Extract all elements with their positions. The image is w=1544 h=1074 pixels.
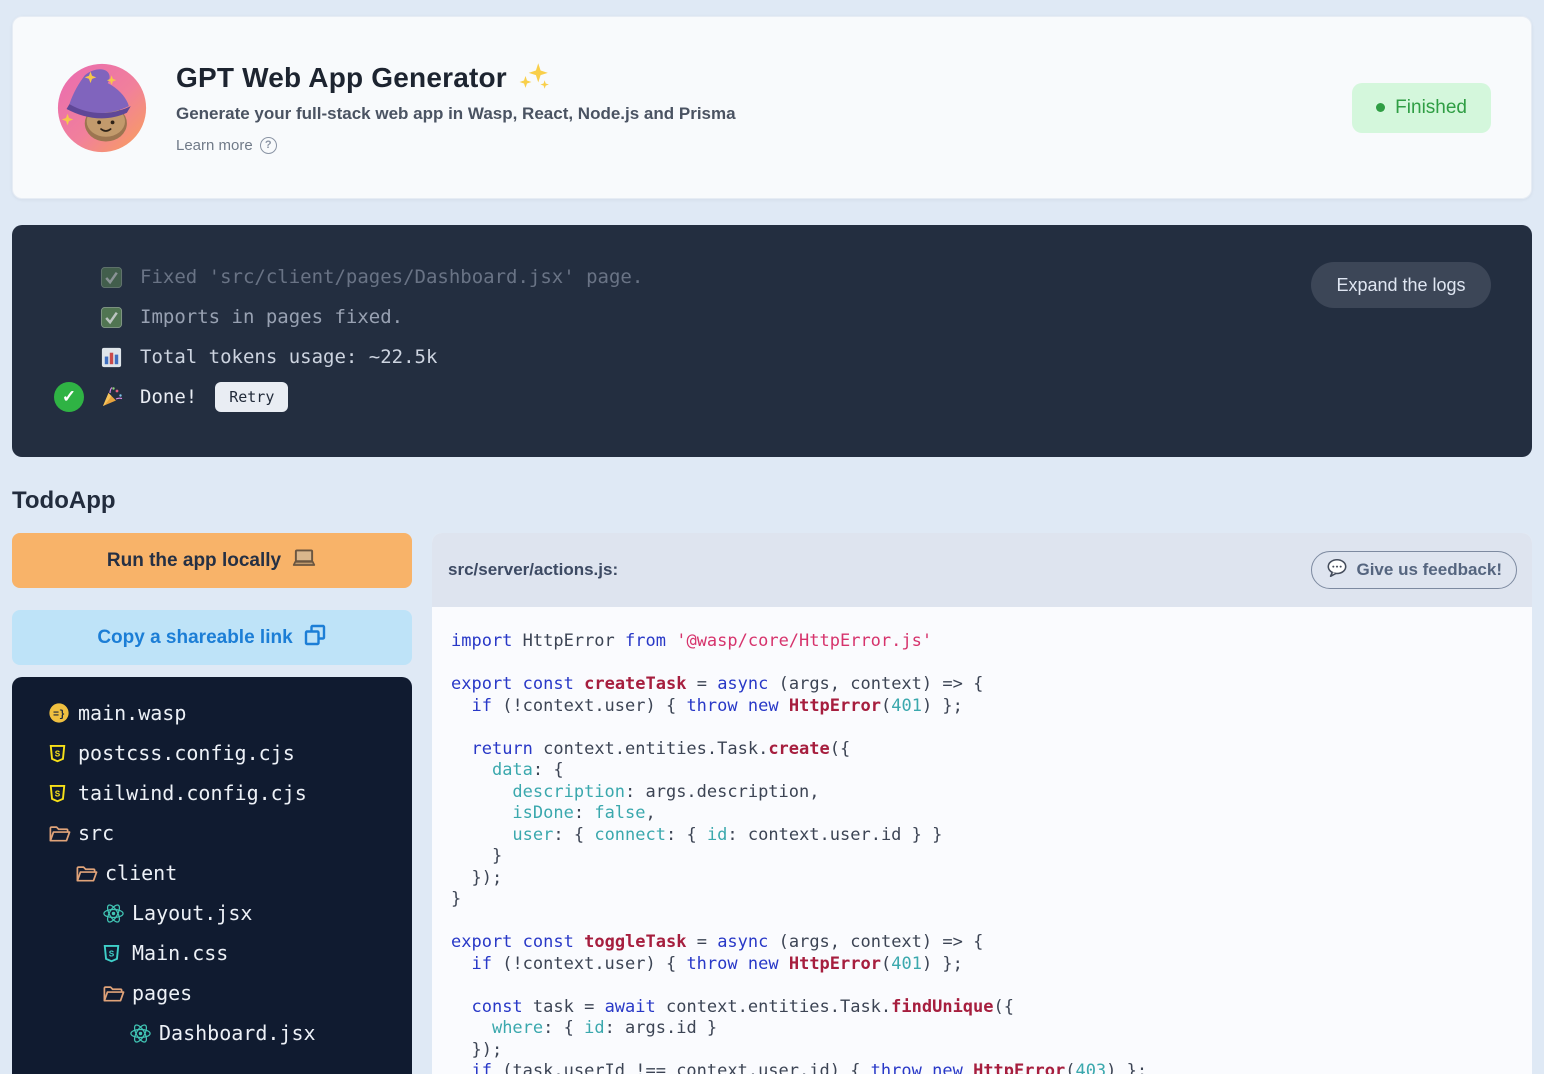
log-text: Imports in pages fixed. [140,306,403,328]
code-line: }); [451,868,1532,890]
page-title: GPT Web App Generator [176,62,507,94]
bar-chart-icon [100,346,140,369]
learn-more-link[interactable]: Learn more [176,137,277,154]
tree-item-Dashboard.jsx[interactable]: Dashboard.jsx [12,1013,412,1053]
code-panel-header: src/server/actions.js: Give us feedback! [432,533,1532,607]
code-line: export const createTask = async (args, c… [451,674,1532,696]
tree-item-Main.css[interactable]: S Main.css [12,933,412,973]
speech-bubble-icon [1326,557,1348,584]
tree-item-label: pages [132,981,192,1005]
tree-item-label: src [78,821,114,845]
learn-more-label: Learn more [176,137,253,154]
generation-logs-panel: Fixed 'src/client/pages/Dashboard.jsx' p… [12,225,1532,457]
folder-open-icon [102,982,132,1005]
status-label: Finished [1395,97,1467,119]
code-panel: src/server/actions.js: Give us feedback!… [432,533,1532,1074]
mage-avatar [56,62,148,154]
tree-item-pages[interactable]: pages [12,973,412,1013]
status-dot-icon [1376,103,1385,112]
run-app-label: Run the app locally [107,550,281,572]
code-line: where: { id: args.id } [451,1018,1532,1040]
hero-card: GPT Web App Generator Generate your full… [12,16,1532,199]
tree-item-label: client [105,861,177,885]
tree-item-Layout.jsx[interactable]: Layout.jsx [12,893,412,933]
run-app-locally-button[interactable]: Run the app locally [12,533,412,588]
code-line: data: { [451,760,1532,782]
tree-item-label: Layout.jsx [132,901,252,925]
copy-link-label: Copy a shareable link [97,627,292,649]
workspace: Run the app locally Copy a shareable lin… [12,533,1532,1074]
copy-shareable-link-button[interactable]: Copy a shareable link [12,610,412,665]
tree-item-label: Dashboard.jsx [159,1021,316,1045]
done-row: Done! Retry [54,377,1532,417]
log-line: Total tokens usage: ~22.5k [54,337,1532,377]
code-line: if (!context.user) { throw new HttpError… [451,696,1532,718]
code-line: } [451,846,1532,868]
log-line: Fixed 'src/client/pages/Dashboard.jsx' p… [54,257,1532,297]
tree-item-label: tailwind.config.cjs [78,781,307,805]
code-line: import HttpError from '@wasp/core/HttpEr… [451,631,1532,653]
code-line [451,975,1532,997]
code-view: import HttpError from '@wasp/core/HttpEr… [432,607,1532,1074]
tree-item-label: postcss.config.cjs [78,741,295,765]
done-label: Done! [140,386,197,408]
party-popper-icon [100,385,140,409]
tree-item-main.wasp[interactable]: =} main.wasp [12,693,412,733]
svg-text:S: S [55,748,61,759]
expand-logs-button[interactable]: Expand the logs [1311,262,1491,308]
question-circle-icon [260,137,277,154]
copy-icon [303,623,327,653]
react-icon [102,902,132,925]
tree-item-src[interactable]: src [12,813,412,853]
code-line: isDone: false, [451,803,1532,825]
wasp-icon: =} [48,702,78,724]
file-tree: =}main.waspSpostcss.config.cjsStailwind.… [12,677,412,1074]
status-badge: Finished [1352,83,1491,133]
svg-text:S: S [109,948,115,959]
code-line [451,653,1532,675]
tree-item-client[interactable]: client [12,853,412,893]
code-line: if (task.userId !== context.user.id) { t… [451,1061,1532,1074]
code-line [451,717,1532,739]
give-feedback-button[interactable]: Give us feedback! [1311,551,1517,589]
code-line [451,911,1532,933]
js-shield-icon: S [48,783,78,804]
tree-item-label: Main.css [132,941,228,965]
svg-text:S: S [55,788,61,799]
laptop-icon [291,545,317,577]
page-subtitle: Generate your full-stack web app in Wasp… [176,104,1491,124]
code-line: user: { connect: { id: context.user.id }… [451,825,1532,847]
css-shield-icon: S [102,943,132,964]
code-line: return context.entities.Task.create({ [451,739,1532,761]
retry-button[interactable]: Retry [215,382,288,412]
code-line: const task = await context.entities.Task… [451,997,1532,1019]
log-text: Total tokens usage: ~22.5k [140,346,437,368]
left-column: Run the app locally Copy a shareable lin… [12,533,412,1074]
code-line: } [451,889,1532,911]
tree-item-postcss.config.cjs[interactable]: Spostcss.config.cjs [12,733,412,773]
give-feedback-label: Give us feedback! [1356,560,1502,580]
tree-item-label: main.wasp [78,701,186,725]
code-line: }); [451,1040,1532,1062]
folder-open-icon [75,862,105,885]
sparkles-icon [517,61,551,96]
check-emoji-icon [100,266,140,289]
log-line: Imports in pages fixed. [54,297,1532,337]
code-line: description: args.description, [451,782,1532,804]
check-emoji-icon [100,306,140,329]
code-line: export const toggleTask = async (args, c… [451,932,1532,954]
app-name: TodoApp [12,487,1532,515]
code-filename: src/server/actions.js: [448,560,618,580]
react-icon [129,1022,159,1045]
code-line: if (!context.user) { throw new HttpError… [451,954,1532,976]
tree-item-tailwind.config.cjs[interactable]: Stailwind.config.cjs [12,773,412,813]
folder-open-icon [48,822,78,845]
js-shield-icon: S [48,743,78,764]
success-check-circle-icon [54,382,84,412]
svg-text:=}: =} [53,709,65,721]
log-text: Fixed 'src/client/pages/Dashboard.jsx' p… [140,266,643,288]
